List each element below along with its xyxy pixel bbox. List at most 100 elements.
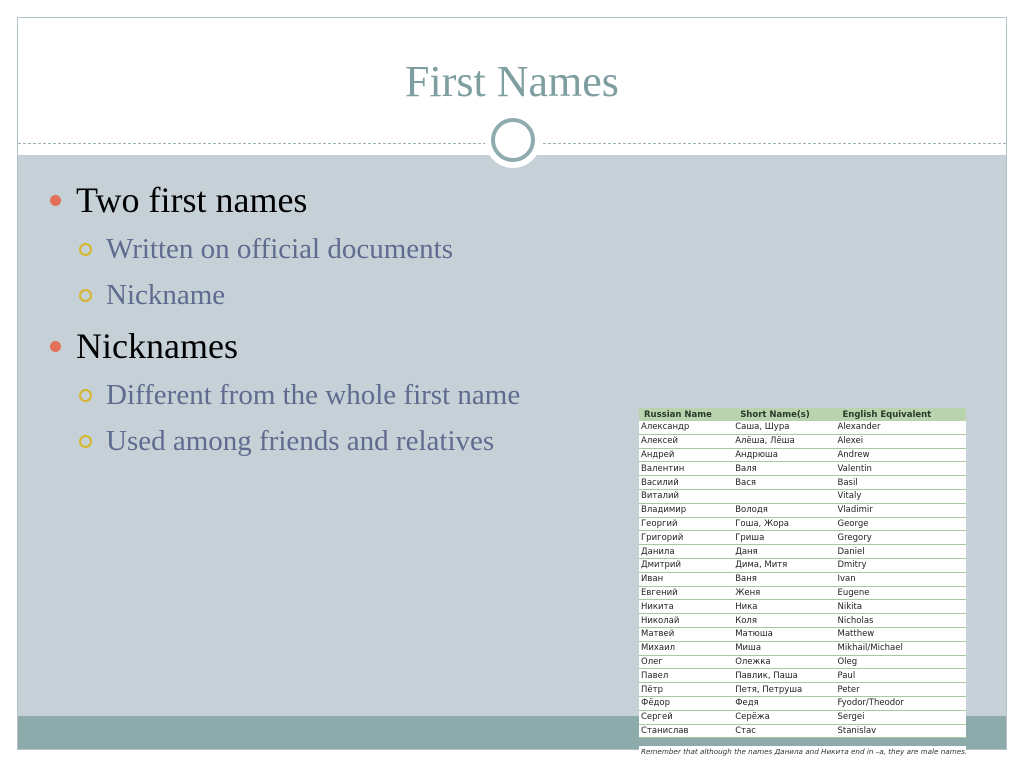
- table-cell: Саша, Шура: [735, 421, 838, 435]
- table-cell: Александр: [639, 421, 736, 435]
- table-cell: Павел: [639, 668, 736, 684]
- table-row: Валентин Валя Valentin: [639, 461, 966, 477]
- table-cell: Михаил: [639, 641, 736, 656]
- ornament-ring: [491, 118, 535, 162]
- table-cell: Fyodor/Theodor: [837, 696, 966, 711]
- sub-bullet-item: Nickname: [106, 279, 226, 311]
- table-body: Александр Саша, Шура Alexander Алексей Алёша…: [639, 421, 966, 739]
- table-cell: George: [837, 517, 966, 532]
- table-row: Станислав Стас Stanislav: [639, 724, 966, 739]
- table-cell: Валентин: [639, 461, 736, 477]
- table-cell: Петя, Петруша: [735, 682, 838, 697]
- table-row: Пётр Петя, Петруша Peter: [639, 682, 966, 697]
- table-cell: Nicholas: [837, 613, 966, 628]
- table-cell: Василий: [639, 475, 736, 490]
- table-cell: Георгий: [639, 517, 736, 532]
- circle-ornament-icon: [485, 112, 541, 168]
- table-cell: Валя: [735, 461, 838, 477]
- table-cell: Даня: [735, 544, 838, 559]
- table-row: Андрей Андрюша Andrew: [639, 448, 966, 463]
- table-cell: Владимир: [639, 503, 736, 518]
- table-cell: Фёдор: [639, 696, 736, 711]
- table-row: Виталий Vitaly: [639, 489, 966, 504]
- table-cell: Гриша: [735, 530, 838, 546]
- table-cell: Матвей: [639, 627, 736, 642]
- table-cell: Матюша: [735, 627, 838, 642]
- table-cell: Ника: [735, 599, 838, 615]
- table-row: Александр Саша, Шура Alexander: [639, 421, 966, 435]
- table-cell: Valentin: [837, 461, 966, 477]
- table-cell: Алексей: [639, 434, 736, 449]
- sub-bullet-item: Used among friends and relatives: [106, 425, 495, 457]
- table-cell: Станислав: [639, 724, 736, 739]
- table-cell: Стас: [735, 724, 838, 739]
- table-row: Григорий Гриша Gregory: [639, 530, 966, 546]
- table-cell: Евгений: [639, 586, 736, 601]
- table-cell: Григорий: [639, 530, 736, 546]
- table-header-row: Russian Name Short Name(s) English Equiv…: [639, 408, 966, 421]
- bullet-dot-icon: [50, 341, 61, 352]
- bullet-item: Nicknames: [76, 326, 238, 366]
- column-header: Short Name(s): [735, 408, 838, 421]
- table-cell: Ivan: [837, 572, 966, 587]
- table-cell: Paul: [837, 668, 966, 684]
- sub-bullet-item: Written on official documents: [106, 233, 454, 265]
- table-row: Иван Ваня Ivan: [639, 572, 966, 587]
- table-cell: Nikita: [837, 599, 966, 615]
- table-cell: Павлик, Паша: [735, 668, 838, 684]
- table-cell: Basil: [837, 475, 966, 490]
- table-cell: Peter: [837, 682, 966, 697]
- table-row: Олег Олежка Oleg: [639, 655, 966, 670]
- table-cell: Коля: [735, 613, 838, 628]
- table-cell: Никита: [639, 599, 736, 615]
- table-cell: Федя: [735, 696, 838, 711]
- table-row: Михаил Миша Mikhail/Michael: [639, 641, 966, 656]
- table-cell: Иван: [639, 572, 736, 587]
- sub-bullet-ring-icon: [79, 389, 92, 402]
- table-cell: Ваня: [735, 572, 838, 587]
- table-cell: Daniel: [837, 544, 966, 559]
- table-cell: Alexei: [837, 434, 966, 449]
- table-cell: Eugene: [837, 586, 966, 601]
- table-cell: Виталий: [639, 489, 736, 504]
- bullet-item: Two first names: [76, 180, 308, 220]
- table-cell: Stanislav: [837, 724, 966, 739]
- table-cell: Олежка: [735, 655, 838, 670]
- table-cell: Вася: [735, 475, 838, 490]
- table-cell: Oleg: [837, 655, 966, 670]
- table-cell: Николай: [639, 613, 736, 628]
- table-cell: Володя: [735, 503, 838, 518]
- table-cell: Дима, Митя: [735, 558, 838, 573]
- bullet-dot-icon: [50, 195, 61, 206]
- table-cell: Женя: [735, 586, 838, 601]
- table-cell: Олег: [639, 655, 736, 670]
- table-cell: Gregory: [837, 530, 966, 546]
- table-row: Николай Коля Nicholas: [639, 613, 966, 628]
- table-row: Василий Вася Basil: [639, 475, 966, 490]
- table-cell: Vitaly: [837, 489, 966, 504]
- table-cell: [735, 489, 838, 504]
- sub-bullet-ring-icon: [79, 289, 92, 302]
- table-row: Данила Даня Daniel: [639, 544, 966, 559]
- table-cell: Сергей: [639, 710, 736, 725]
- table-row: Сергей Серёжа Sergei: [639, 710, 966, 725]
- column-header: English Equivalent: [837, 408, 966, 421]
- names-table: Russian Name Short Name(s) English Equiv…: [639, 408, 966, 739]
- table-row: Фёдор Федя Fyodor/Theodor: [639, 696, 966, 711]
- table-cell: Дмитрий: [639, 558, 736, 573]
- table-row: Алексей Алёша, Лёша Alexei: [639, 434, 966, 449]
- table-cell: Гоша, Жора: [735, 517, 838, 532]
- table-cell: Миша: [735, 641, 838, 656]
- sub-bullet-ring-icon: [79, 435, 92, 448]
- table-row: Дмитрий Дима, Митя Dmitry: [639, 558, 966, 573]
- table-row: Евгений Женя Eugene: [639, 586, 966, 601]
- sub-bullet-item: Different from the whole first name: [106, 379, 521, 411]
- table-row: Никита Ника Nikita: [639, 599, 966, 615]
- table-cell: Vladimir: [837, 503, 966, 518]
- table-row: Георгий Гоша, Жора George: [639, 517, 966, 532]
- table-cell: Mikhail/Michael: [837, 641, 966, 656]
- column-header: Russian Name: [639, 408, 736, 421]
- sub-bullet-ring-icon: [79, 243, 92, 256]
- table-cell: Серёжа: [735, 710, 838, 725]
- table-cell: Matthew: [837, 627, 966, 642]
